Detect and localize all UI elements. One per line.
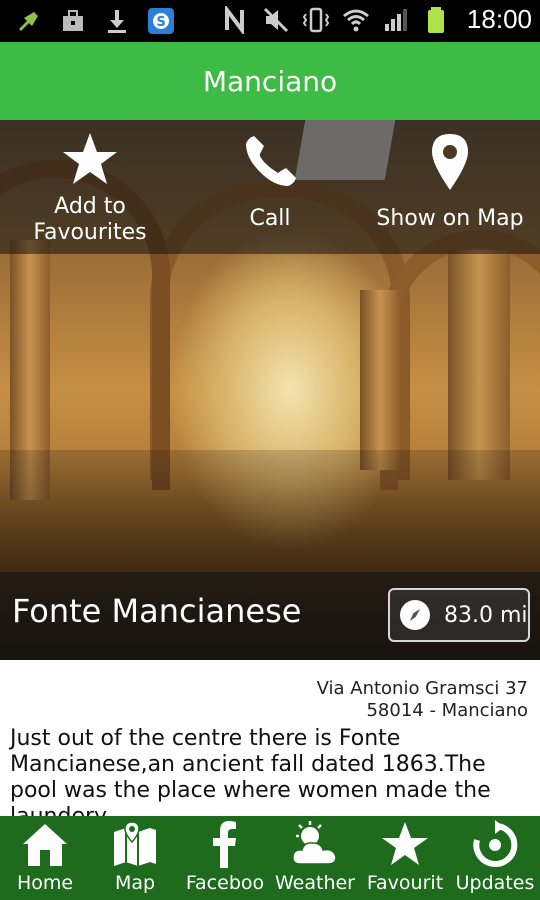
photo-pillar xyxy=(360,290,400,470)
map-pin-icon xyxy=(432,134,468,190)
address-line-1: Via Antonio Gramsci 37 xyxy=(316,678,528,699)
battery-icon xyxy=(421,5,451,35)
nav-home-label: Home xyxy=(16,872,74,894)
nav-map-label: Map xyxy=(114,872,156,894)
place-description: Just out of the centre there is Fonte Ma… xyxy=(10,726,491,816)
facebook-icon xyxy=(213,821,236,868)
place-name-bar: Fonte Mancianese 83.0 mi xyxy=(0,572,540,660)
usb-debug-icon xyxy=(14,6,44,36)
weather-icon xyxy=(292,821,337,865)
status-clock: 18:00 xyxy=(466,4,532,34)
bottom-navigation: Home Map Faceboo Weather Favourit Update… xyxy=(0,816,540,900)
nav-favourites-label: Favourit xyxy=(366,872,444,894)
nav-updates-label: Updates xyxy=(455,872,535,894)
nav-weather-label: Weather xyxy=(275,872,355,894)
nav-facebook[interactable]: Faceboo xyxy=(180,816,270,900)
show-on-map-button[interactable]: Show on Map xyxy=(360,120,540,254)
address-line-2: 58014 - Manciano xyxy=(366,700,528,721)
nav-map[interactable]: Map xyxy=(90,816,180,900)
distance-badge[interactable]: 83.0 mi xyxy=(388,588,530,642)
mute-icon xyxy=(261,5,291,35)
signal-icon xyxy=(381,5,411,35)
bag-icon xyxy=(58,6,88,36)
map-icon xyxy=(114,821,156,866)
phone-icon xyxy=(246,136,296,186)
show-on-map-label: Show on Map xyxy=(376,206,524,231)
download-icon xyxy=(102,6,132,36)
place-name: Fonte Mancianese xyxy=(12,592,302,630)
call-label: Call xyxy=(249,206,291,231)
nav-weather[interactable]: Weather xyxy=(270,816,360,900)
status-bar: S 18:00 xyxy=(0,0,540,42)
call-button[interactable]: Call xyxy=(180,120,360,254)
svg-text:S: S xyxy=(156,15,165,30)
action-bar: Add to Favourites Call Show on Map xyxy=(0,120,540,254)
nav-home[interactable]: Home xyxy=(0,816,90,900)
nav-facebook-label: Faceboo xyxy=(185,872,265,894)
page-title: Manciano xyxy=(202,64,338,98)
vibrate-icon xyxy=(301,5,331,35)
star-icon xyxy=(63,133,117,184)
photo-pillar xyxy=(448,250,510,480)
star-icon xyxy=(382,822,428,865)
nfc-icon xyxy=(221,5,251,35)
distance-value: 83.0 mi xyxy=(444,602,528,628)
skype-icon: S xyxy=(146,6,176,36)
place-photo: Add to Favourites Call Show on Map Fonte… xyxy=(0,120,540,660)
nav-updates[interactable]: Updates xyxy=(450,816,540,900)
add-to-favourites-button[interactable]: Add to Favourites xyxy=(0,120,180,254)
place-details: Via Antonio Gramsci 37 58014 - Manciano … xyxy=(0,660,540,816)
add-to-favourites-label: Add to Favourites xyxy=(33,194,147,245)
nav-favourites[interactable]: Favourit xyxy=(360,816,450,900)
wifi-icon xyxy=(341,5,371,35)
address: Via Antonio Gramsci 37 58014 - Manciano xyxy=(317,678,528,722)
refresh-icon xyxy=(473,820,518,867)
home-icon xyxy=(23,824,67,866)
compass-icon xyxy=(400,600,430,630)
app-header: Manciano xyxy=(0,42,540,120)
